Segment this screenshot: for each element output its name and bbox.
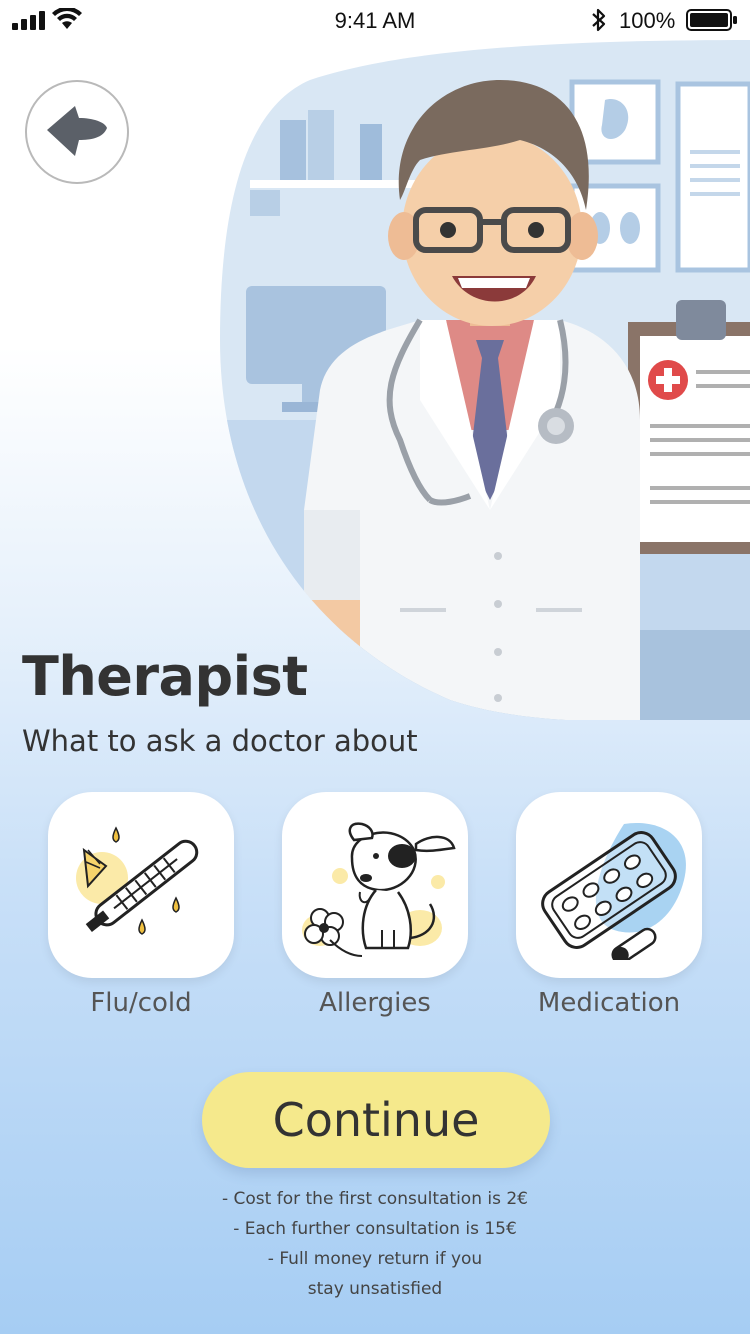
category-list: Flu/cold Allergies Medication — [0, 792, 750, 1032]
battery-percent: 100% — [619, 8, 676, 33]
dog-flower-icon — [302, 822, 456, 957]
bluetooth-icon — [592, 8, 606, 32]
category-allergies[interactable]: Allergies — [282, 792, 468, 1018]
note-line: - Cost for the first consultation is 2€ — [222, 1189, 528, 1209]
back-button[interactable] — [25, 80, 129, 184]
status-bar: 9:41 AM 100% — [0, 0, 750, 40]
category-flu-cold[interactable]: Flu/cold — [48, 792, 234, 1018]
page-title: Therapist — [22, 645, 308, 708]
pills-icon — [541, 823, 686, 960]
category-medication[interactable]: Medication — [516, 792, 702, 1018]
doctor-illustration — [220, 40, 750, 720]
note-line: stay unsatisfied — [307, 1279, 443, 1299]
note-line: - Each further consultation is 15€ — [233, 1219, 517, 1239]
category-label: Medication — [537, 988, 681, 1018]
category-tile[interactable] — [282, 792, 468, 978]
pricing-notes: - Cost for the first consultation is 2€ … — [125, 1184, 625, 1304]
continue-button[interactable]: Continue — [202, 1072, 550, 1168]
arrow-left-icon — [47, 106, 107, 156]
thermometer-icon — [76, 826, 199, 935]
battery-icon — [686, 9, 737, 31]
page-subtitle: What to ask a doctor about — [22, 724, 418, 758]
category-label: Allergies — [319, 988, 431, 1018]
category-label: Flu/cold — [90, 988, 192, 1018]
category-tile[interactable] — [516, 792, 702, 978]
category-tile[interactable] — [48, 792, 234, 978]
note-line: - Full money return if you — [267, 1249, 483, 1269]
